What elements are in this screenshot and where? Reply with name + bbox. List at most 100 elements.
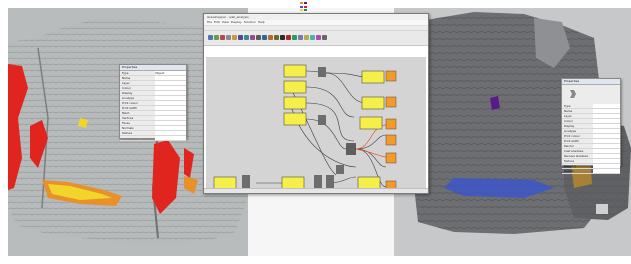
property-row[interactable]: Details bbox=[562, 169, 620, 174]
bake-icon[interactable] bbox=[285, 35, 291, 40]
layer-list[interactable] bbox=[300, 2, 344, 12]
menu-display[interactable]: Display bbox=[231, 20, 242, 24]
menu-view[interactable]: View bbox=[222, 20, 229, 24]
definition-canvas[interactable] bbox=[206, 57, 426, 192]
math-icon[interactable] bbox=[213, 35, 219, 40]
rhino-logo-icon bbox=[570, 90, 576, 98]
grey-component[interactable] bbox=[326, 175, 334, 189]
property-label: Colour bbox=[122, 86, 132, 90]
property-value[interactable] bbox=[155, 111, 186, 115]
grey-component[interactable] bbox=[346, 143, 356, 155]
property-label: Print colour bbox=[122, 101, 138, 105]
property-value[interactable] bbox=[155, 136, 186, 140]
status-bar bbox=[204, 188, 428, 193]
property-row[interactable] bbox=[120, 136, 186, 141]
property-value[interactable] bbox=[593, 129, 620, 133]
property-value[interactable] bbox=[155, 91, 186, 95]
property-value[interactable] bbox=[593, 164, 620, 168]
menu-solution[interactable]: Solution bbox=[244, 20, 256, 24]
property-value[interactable] bbox=[155, 81, 186, 85]
yellow-component[interactable] bbox=[283, 64, 307, 78]
property-label: Vertices bbox=[122, 116, 134, 120]
slider-icon[interactable] bbox=[309, 35, 315, 40]
property-value[interactable] bbox=[593, 114, 620, 118]
wires-highlight bbox=[355, 124, 387, 158]
property-label: Normals bbox=[122, 126, 134, 130]
display-icon[interactable] bbox=[261, 35, 267, 40]
wire bbox=[325, 72, 367, 104]
property-value[interactable] bbox=[593, 134, 620, 138]
mesh-icon[interactable] bbox=[243, 35, 249, 40]
property-value[interactable] bbox=[155, 96, 186, 100]
property-value[interactable] bbox=[593, 169, 620, 173]
property-value[interactable]: Object bbox=[155, 71, 186, 75]
property-value[interactable] bbox=[593, 104, 620, 108]
yellow-component[interactable] bbox=[359, 116, 383, 130]
orange-preview-component[interactable] bbox=[385, 70, 397, 82]
grey-component[interactable] bbox=[314, 175, 322, 189]
property-value[interactable] bbox=[593, 119, 620, 123]
properties-panel-right[interactable]: Properties Type Name Layer Colour Display Lin… bbox=[561, 78, 621, 174]
panel-icon[interactable] bbox=[303, 35, 309, 40]
settings-icon[interactable] bbox=[321, 35, 327, 40]
property-value[interactable] bbox=[593, 109, 620, 113]
property-value[interactable] bbox=[155, 131, 186, 135]
vector-icon[interactable] bbox=[225, 35, 231, 40]
property-value[interactable] bbox=[593, 149, 620, 153]
property-label: Print colour bbox=[564, 134, 580, 138]
property-value[interactable] bbox=[593, 159, 620, 163]
grasshopper-window[interactable]: Grasshopper - wall_analysis File Edit Vi… bbox=[203, 13, 429, 194]
curve-icon[interactable] bbox=[231, 35, 237, 40]
property-label: Print width bbox=[122, 106, 138, 110]
menu-help[interactable]: Help bbox=[258, 20, 265, 24]
component-graph[interactable] bbox=[206, 57, 426, 192]
properties-panel-left[interactable]: Properties Type Object Name Layer Colour Disp… bbox=[119, 64, 187, 141]
util-icon[interactable] bbox=[273, 35, 279, 40]
menu-file[interactable]: File bbox=[207, 20, 212, 24]
sets-icon[interactable] bbox=[219, 35, 225, 40]
component-ribbon[interactable] bbox=[204, 31, 428, 46]
yellow-component[interactable] bbox=[283, 112, 307, 126]
yellow-component[interactable] bbox=[283, 96, 307, 110]
yellow-component[interactable] bbox=[361, 96, 385, 110]
property-value[interactable] bbox=[155, 76, 186, 80]
property-label: Linetype bbox=[122, 96, 135, 100]
property-label: Cast shadows bbox=[564, 149, 584, 153]
grey-component[interactable] bbox=[242, 175, 250, 189]
orange-preview-component[interactable] bbox=[385, 134, 397, 146]
intersect-icon[interactable] bbox=[249, 35, 255, 40]
grey-component[interactable] bbox=[318, 67, 326, 77]
zoom-icon[interactable] bbox=[279, 35, 285, 40]
property-value[interactable] bbox=[155, 116, 186, 120]
wire bbox=[305, 86, 355, 118]
toggle-icon[interactable] bbox=[315, 35, 321, 40]
property-value[interactable] bbox=[155, 106, 186, 110]
property-value[interactable] bbox=[155, 86, 186, 90]
analysis-icon[interactable] bbox=[267, 35, 273, 40]
property-label: Display bbox=[122, 91, 133, 95]
property-value[interactable] bbox=[593, 154, 620, 158]
grey-component[interactable] bbox=[318, 115, 326, 125]
property-label: Print width bbox=[564, 139, 580, 143]
orange-preview-component[interactable] bbox=[385, 152, 397, 164]
transform-icon[interactable] bbox=[255, 35, 261, 40]
property-value[interactable] bbox=[593, 139, 620, 143]
property-value[interactable] bbox=[593, 124, 620, 128]
orange-preview-component[interactable] bbox=[385, 96, 397, 108]
property-label: Colour bbox=[564, 119, 574, 123]
param-icon[interactable] bbox=[207, 35, 213, 40]
surface-icon[interactable] bbox=[237, 35, 243, 40]
wire bbox=[355, 148, 387, 168]
yellow-component[interactable] bbox=[361, 70, 385, 84]
property-label: Name bbox=[564, 109, 573, 113]
group-icon[interactable] bbox=[297, 35, 303, 40]
orange-preview-component[interactable] bbox=[385, 118, 397, 130]
property-value[interactable] bbox=[155, 121, 186, 125]
preview-icon[interactable] bbox=[291, 35, 297, 40]
yellow-component[interactable] bbox=[283, 80, 307, 94]
property-value[interactable] bbox=[155, 126, 186, 130]
grey-component[interactable] bbox=[336, 165, 344, 174]
menu-edit[interactable]: Edit bbox=[214, 20, 220, 24]
property-value[interactable] bbox=[155, 101, 186, 105]
property-value[interactable] bbox=[593, 144, 620, 148]
